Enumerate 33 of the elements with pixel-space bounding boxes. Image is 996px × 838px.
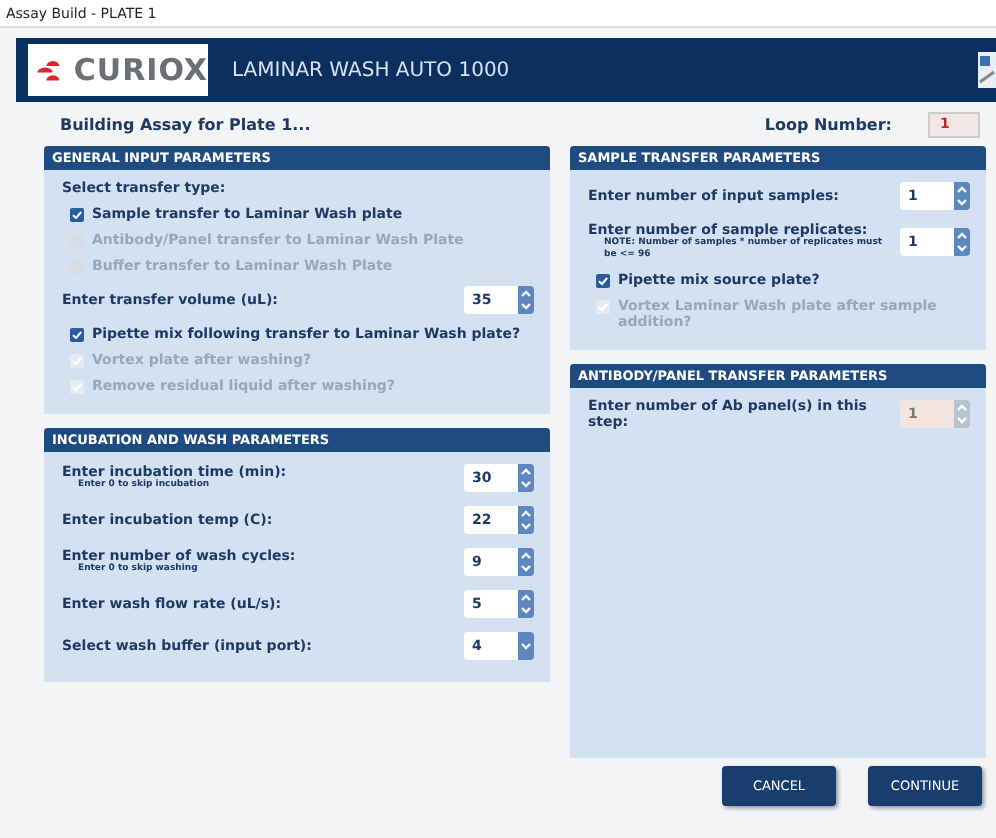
stepper-button[interactable] <box>518 506 534 534</box>
chevron-up-icon <box>518 592 534 604</box>
chevron-down-icon <box>518 520 534 532</box>
document-icon[interactable] <box>976 50 996 90</box>
dropdown-button[interactable] <box>518 632 534 660</box>
chevron-down-icon <box>954 414 970 426</box>
chevron-down-icon <box>518 478 534 490</box>
app-title: LAMINAR WASH AUTO 1000 <box>232 59 510 81</box>
chevron-down-icon <box>518 300 534 312</box>
stepper-button[interactable] <box>518 548 534 576</box>
chevron-down-icon <box>518 638 534 654</box>
chevron-up-icon <box>954 402 970 414</box>
checkbox[interactable] <box>70 208 84 222</box>
stepper-button[interactable] <box>518 464 534 492</box>
chevron-up-icon <box>954 184 970 196</box>
stepper-button[interactable] <box>518 590 534 618</box>
chevron-up-icon <box>954 230 970 242</box>
stepper-button[interactable] <box>518 286 534 314</box>
stepper-button[interactable] <box>954 228 970 256</box>
logo: CURIOX <box>28 44 208 96</box>
chevron-up-icon <box>518 288 534 300</box>
stepper-button[interactable] <box>954 182 970 210</box>
chevron-down-icon <box>518 562 534 574</box>
chevron-up-icon <box>518 508 534 520</box>
chevron-up-icon <box>518 466 534 478</box>
chevron-down-icon <box>518 604 534 616</box>
chevron-down-icon <box>954 196 970 208</box>
chevron-up-icon <box>518 550 534 562</box>
status-text: Building Assay for Plate 1... <box>60 115 313 133</box>
chevron-down-icon <box>954 242 970 254</box>
checkbox[interactable] <box>596 274 610 288</box>
loop-label: Loop Number: <box>764 115 892 133</box>
checkbox[interactable] <box>70 328 84 342</box>
